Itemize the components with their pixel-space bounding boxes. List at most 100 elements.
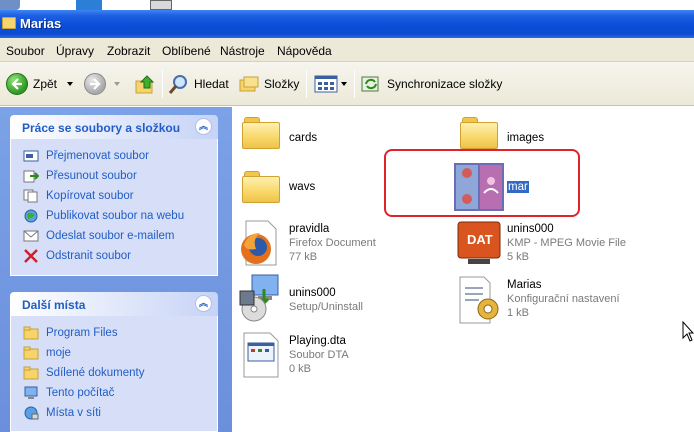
other-places-header[interactable]: Další místa ︽	[10, 292, 218, 316]
place-label: Sdílené dokumenty	[46, 367, 145, 379]
task-pane: Práce se soubory a složkou ︽ Přejmenovat…	[0, 107, 232, 432]
menu-bar: Soubor Úpravy Zobrazit Oblíbené Nástroje…	[0, 38, 694, 62]
task-rename[interactable]: Přejmenovat soubor	[23, 148, 149, 164]
folders-label: Složky	[264, 77, 300, 91]
chevron-down-icon[interactable]	[114, 82, 120, 86]
menu-upravy[interactable]: Úpravy	[56, 44, 94, 58]
place-shared-docs[interactable]: Sdílené dokumenty	[23, 365, 144, 381]
toolbar-separator	[306, 70, 307, 98]
mouse-cursor-icon	[682, 321, 694, 342]
toolbar: Zpět Hledat Složky Synchronizace složky	[0, 62, 694, 106]
delete-icon	[23, 249, 39, 263]
chevron-down-icon[interactable]	[67, 82, 74, 86]
file-name: mar	[507, 181, 529, 193]
search-icon	[168, 75, 187, 94]
views-button[interactable]	[314, 71, 347, 97]
card-image-icon	[454, 163, 504, 211]
menu-soubor[interactable]: Soubor	[6, 44, 45, 58]
explorer-window: Marias Soubor Úpravy Zobrazit Oblíbené N…	[0, 0, 694, 432]
dta-file-icon	[243, 332, 279, 378]
move-icon	[23, 169, 40, 183]
place-label: Program Files	[46, 327, 118, 339]
file-type: Soubor DTA	[289, 349, 349, 361]
file-type: Konfigurační nastavení	[507, 293, 620, 305]
file-name: cards	[289, 132, 318, 144]
file-item-pravidla[interactable]: pravidla Firefox Document 77 kB	[236, 219, 436, 267]
task-copy[interactable]: Kopírovat soubor	[23, 188, 134, 204]
folders-button[interactable]: Složky	[238, 71, 299, 97]
file-name: Marias	[507, 279, 542, 291]
file-size: 77 kB	[289, 251, 318, 263]
folder-icon	[2, 17, 16, 29]
file-type: KMP - MPEG Movie File	[507, 237, 626, 249]
computer-icon	[23, 386, 39, 400]
file-item-mar[interactable]: mar	[452, 163, 572, 211]
folder-icon	[23, 346, 39, 360]
menu-nastroje[interactable]: Nástroje	[220, 44, 265, 58]
place-program-files[interactable]: Program Files	[23, 325, 118, 341]
back-arrow-icon	[6, 73, 28, 95]
file-size: 0 kB	[289, 363, 312, 375]
menu-napoveda[interactable]: Nápověda	[277, 44, 332, 58]
file-type: Setup/Uninstall	[289, 301, 363, 313]
task-label: Odstranit soubor	[46, 250, 132, 262]
sync-icon	[361, 76, 379, 92]
task-label: Odeslat soubor e-mailem	[46, 230, 175, 242]
folder-icon	[460, 117, 498, 149]
task-move[interactable]: Přesunout soubor	[23, 168, 137, 184]
menu-oblibene[interactable]: Oblíbené	[162, 44, 211, 58]
file-tasks-header[interactable]: Práce se soubory a složkou ︽	[10, 115, 218, 139]
chevron-down-icon[interactable]	[341, 82, 347, 86]
search-button[interactable]: Hledat	[168, 71, 229, 97]
task-label: Přesunout soubor	[46, 170, 137, 182]
forward-button[interactable]	[84, 71, 120, 97]
desktop-icon[interactable]	[76, 0, 102, 10]
file-name: unins000	[507, 223, 554, 235]
collapse-icon[interactable]: ︽	[195, 295, 212, 312]
task-label: Publikovat soubor na webu	[46, 210, 185, 222]
title-bar[interactable]: Marias	[0, 10, 694, 38]
desktop-icon[interactable]	[150, 0, 172, 10]
sync-folder-button[interactable]: Synchronizace složky	[360, 71, 502, 97]
place-my-computer[interactable]: Tento počítač	[23, 385, 114, 401]
file-item-marias-config[interactable]: Marias Konfigurační nastavení 1 kB	[454, 273, 684, 325]
place-moje[interactable]: moje	[23, 345, 71, 361]
task-email[interactable]: Odeslat soubor e-mailem	[23, 228, 174, 244]
up-folder-button[interactable]	[134, 71, 156, 97]
task-label: Přejmenovat soubor	[46, 150, 149, 162]
file-name: Playing.dta	[289, 335, 346, 347]
uninstall-icon	[239, 274, 279, 322]
rename-icon	[23, 149, 39, 163]
folder-icon	[242, 171, 280, 203]
menu-zobrazit[interactable]: Zobrazit	[107, 44, 150, 58]
file-item-playing-dta[interactable]: Playing.dta Soubor DTA 0 kB	[236, 329, 436, 381]
place-label: moje	[46, 347, 71, 359]
file-item-unins000-setup[interactable]: unins000 Setup/Uninstall	[236, 273, 436, 323]
other-places-panel: Program Files moje Sdílené dokumenty Ten…	[10, 316, 218, 432]
window-title: Marias	[20, 16, 62, 31]
file-list: cards images wavs mar pravidla Firefox D…	[232, 107, 694, 432]
back-button[interactable]: Zpět	[6, 71, 74, 97]
folder-icon	[23, 326, 39, 340]
toolbar-separator	[354, 70, 355, 98]
file-name: unins000	[289, 287, 336, 299]
up-folder-icon	[135, 75, 155, 94]
file-size: 1 kB	[507, 307, 530, 319]
forward-arrow-icon	[84, 73, 106, 95]
back-label: Zpět	[33, 77, 58, 91]
email-icon	[23, 229, 39, 243]
desktop-strip	[0, 0, 694, 10]
collapse-icon[interactable]: ︽	[195, 118, 212, 135]
task-delete[interactable]: Odstranit soubor	[23, 248, 131, 264]
file-name: pravidla	[289, 223, 330, 235]
folder-icon	[23, 366, 39, 380]
toolbar-separator	[162, 70, 163, 98]
file-item-unins000-dat[interactable]: DAT unins000 KMP - MPEG Movie File 5 kB	[454, 219, 684, 267]
task-publish-web[interactable]: Publikovat soubor na webu	[23, 208, 184, 224]
network-icon	[23, 406, 39, 420]
file-type: Firefox Document	[289, 237, 376, 249]
folder-icon	[242, 117, 280, 149]
desktop-icon[interactable]	[0, 0, 20, 10]
file-size: 5 kB	[507, 251, 530, 263]
place-network[interactable]: Místa v síti	[23, 405, 101, 421]
